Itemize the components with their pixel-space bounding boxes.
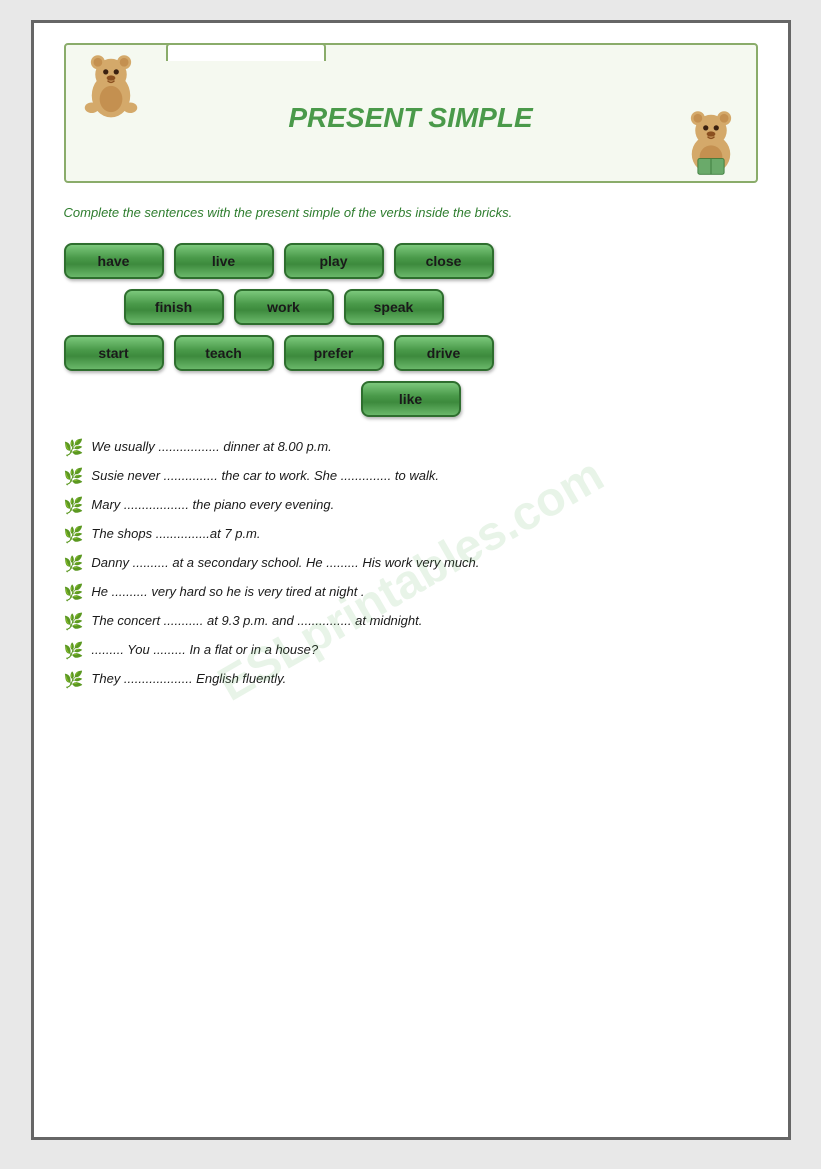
sentence-2: 🌿 Susie never ............... the car to…: [64, 466, 758, 487]
verb-row-4: like: [64, 381, 758, 417]
bullet-icon-7: 🌿: [64, 612, 84, 632]
bear-right-decoration: [676, 106, 746, 176]
sentence-text-7: The concert ........... at 9.3 p.m. and …: [91, 611, 422, 631]
verb-play[interactable]: play: [284, 243, 384, 279]
verb-speak[interactable]: speak: [344, 289, 444, 325]
verb-start[interactable]: start: [64, 335, 164, 371]
sentence-text-8: ......... You ......... In a flat or in …: [91, 640, 318, 660]
sentences-section: 🌿 We usually ................. dinner at…: [64, 437, 758, 690]
sentence-9: 🌿 They ................... English fluen…: [64, 669, 758, 690]
bullet-icon-9: 🌿: [64, 670, 84, 690]
page-title: PRESENT SIMPLE: [288, 102, 532, 134]
verb-prefer[interactable]: prefer: [284, 335, 384, 371]
verb-work[interactable]: work: [234, 289, 334, 325]
header-box: PRESENT SIMPLE: [64, 43, 758, 183]
verb-close[interactable]: close: [394, 243, 494, 279]
sentence-7: 🌿 The concert ........... at 9.3 p.m. an…: [64, 611, 758, 632]
bullet-icon-6: 🌿: [64, 583, 84, 603]
verb-row-2: finish work speak: [64, 289, 758, 325]
verb-have[interactable]: have: [64, 243, 164, 279]
verb-row-1: have live play close: [64, 243, 758, 279]
bullet-icon-1: 🌿: [64, 438, 84, 458]
instructions-text: Complete the sentences with the present …: [64, 203, 758, 223]
verb-like[interactable]: like: [361, 381, 461, 417]
bullet-icon-5: 🌿: [64, 554, 84, 574]
sentence-6: 🌿 He .......... very hard so he is very …: [64, 582, 758, 603]
sentence-text-6: He .......... very hard so he is very ti…: [91, 582, 364, 602]
sentence-5: 🌿 Danny .......... at a secondary school…: [64, 553, 758, 574]
verb-finish[interactable]: finish: [124, 289, 224, 325]
bullet-icon-4: 🌿: [64, 525, 84, 545]
sentence-text-2: Susie never ............... the car to w…: [91, 466, 439, 486]
verb-grid: have live play close finish work speak s…: [64, 243, 758, 417]
sentence-4: 🌿 The shops ...............at 7 p.m.: [64, 524, 758, 545]
header-tab: [166, 43, 326, 61]
bullet-icon-3: 🌿: [64, 496, 84, 516]
bear-left-decoration: [76, 50, 146, 120]
sentence-text-5: Danny .......... at a secondary school. …: [91, 553, 479, 573]
verb-row-3: start teach prefer drive: [64, 335, 758, 371]
bullet-icon-8: 🌿: [64, 641, 84, 661]
sentence-text-1: We usually ................. dinner at 8…: [91, 437, 331, 457]
sentence-text-3: Mary .................. the piano every …: [91, 495, 334, 515]
sentence-3: 🌿 Mary .................. the piano ever…: [64, 495, 758, 516]
worksheet-page: ESLprintables.com: [31, 20, 791, 1140]
sentence-text-4: The shops ...............at 7 p.m.: [91, 524, 260, 544]
verb-drive[interactable]: drive: [394, 335, 494, 371]
sentence-text-9: They ................... English fluentl…: [91, 669, 286, 689]
verb-teach[interactable]: teach: [174, 335, 274, 371]
sentence-8: 🌿 ......... You ......... In a flat or i…: [64, 640, 758, 661]
verb-live[interactable]: live: [174, 243, 274, 279]
bullet-icon-2: 🌿: [64, 467, 84, 487]
sentence-1: 🌿 We usually ................. dinner at…: [64, 437, 758, 458]
